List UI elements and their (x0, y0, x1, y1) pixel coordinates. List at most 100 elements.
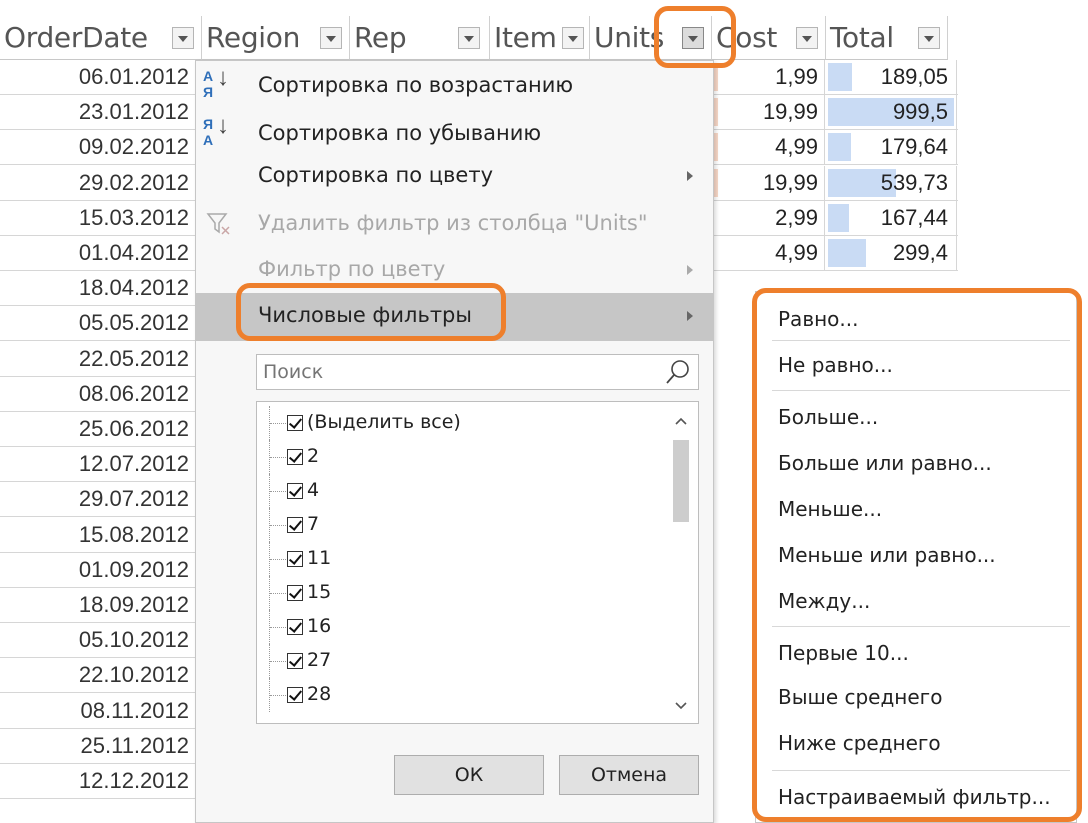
menu-label: Удалить фильтр из столбца "Units" (258, 211, 648, 235)
list-scrollbar[interactable] (664, 402, 698, 723)
table-row[interactable]: 19,99 999,5 (712, 95, 958, 131)
header-units[interactable]: Units (590, 16, 712, 60)
submenu-item[interactable]: Больше или равно... (756, 442, 1076, 486)
separator (772, 626, 1070, 627)
header-orderdate[interactable]: OrderDate (0, 16, 202, 60)
values-list[interactable]: (Выделить все) 2 4 7 11 15 16 27 28 (256, 401, 699, 724)
list-item[interactable]: 16 (257, 610, 657, 644)
search-box[interactable] (256, 354, 699, 390)
submenu-item[interactable]: Меньше... (756, 488, 1076, 532)
scroll-thumb[interactable] (673, 440, 689, 522)
list-item[interactable]: 4 (257, 474, 657, 508)
menu-number-filters[interactable]: Числовые фильтры (196, 293, 713, 341)
table-row[interactable]: 09.02.2012 (0, 130, 195, 166)
cost-cell: 1,99 (712, 60, 825, 94)
table-row[interactable]: 08.11.2012 (0, 694, 195, 729)
table-row[interactable]: 23.01.2012 (0, 95, 195, 131)
checkbox[interactable] (287, 517, 303, 533)
ok-button[interactable]: ОК (394, 755, 544, 795)
submenu-item-label: Меньше или равно... (778, 543, 996, 567)
table-row[interactable]: 06.01.2012 (0, 60, 195, 95)
checkbox[interactable] (287, 449, 303, 465)
checkbox[interactable] (287, 653, 303, 669)
submenu-item[interactable]: Ниже среднего (756, 722, 1076, 766)
total-cell: 299,4 (826, 236, 957, 270)
submenu-item[interactable]: Больше... (756, 396, 1076, 440)
table-row[interactable]: 08.06.2012 (0, 377, 195, 412)
header-region[interactable]: Region (202, 16, 350, 60)
table-row[interactable]: 25.11.2012 (0, 729, 195, 764)
table-row[interactable]: 18.04.2012 (0, 271, 195, 307)
list-item[interactable]: 15 (257, 576, 657, 610)
table-row[interactable]: 29.02.2012 (0, 166, 195, 201)
checkbox[interactable] (287, 619, 303, 635)
list-item[interactable]: (Выделить все) (257, 406, 657, 440)
cost-cell: 19,99 (712, 165, 825, 200)
total-value: 999,5 (892, 99, 948, 125)
submenu-item[interactable]: Выше среднего (756, 676, 1076, 720)
filter-dropdown-rep[interactable] (458, 27, 480, 49)
table-row[interactable]: 25.06.2012 (0, 412, 195, 447)
table-row[interactable]: 18.09.2012 (0, 588, 195, 623)
table-row[interactable]: 29.07.2012 (0, 482, 195, 518)
checkbox[interactable] (287, 585, 303, 601)
checkbox[interactable] (287, 687, 303, 703)
table-row[interactable]: 15.03.2012 (0, 201, 195, 236)
table-row[interactable]: 01.04.2012 (0, 236, 195, 271)
menu-sort-descending[interactable]: Я А ↓ Сортировка по убыванию (196, 111, 713, 159)
header-rep[interactable]: Rep (350, 16, 490, 60)
checkbox[interactable] (287, 415, 303, 431)
submenu-item[interactable]: Не равно... (756, 344, 1076, 388)
table-row[interactable]: 05.10.2012 (0, 623, 195, 659)
table-row[interactable]: 05.05.2012 (0, 306, 195, 342)
menu-label: Фильтр по цвету (258, 257, 446, 281)
table-row[interactable]: 4,99 179,64 (712, 130, 958, 166)
search-input[interactable] (263, 360, 653, 384)
table-row[interactable]: 22.05.2012 (0, 342, 195, 377)
cancel-button[interactable]: Отмена (559, 755, 699, 795)
total-cell: 999,5 (826, 95, 957, 130)
list-item[interactable]: 2 (257, 440, 657, 474)
header-item[interactable]: Item (490, 16, 590, 60)
menu-sort-by-color[interactable]: Сортировка по цвету (196, 153, 713, 201)
table-row[interactable]: 19,99 539,73 (712, 165, 958, 201)
filter-dropdown-orderdate[interactable] (172, 27, 194, 49)
submenu-item[interactable]: Равно... (756, 298, 1076, 342)
table-row[interactable]: 12.07.2012 (0, 447, 195, 483)
list-item[interactable]: 27 (257, 644, 657, 678)
filter-dropdown-region[interactable] (320, 27, 342, 49)
header-total[interactable]: Total (826, 16, 948, 60)
orderdate-cell: 09.02.2012 (78, 134, 189, 160)
table-row[interactable]: 4,99 299,4 (712, 236, 958, 271)
filter-dropdown-units[interactable] (682, 27, 704, 49)
filter-dropdown-cost[interactable] (796, 27, 818, 49)
list-item[interactable]: 11 (257, 542, 657, 576)
cost-cell: 4,99 (712, 130, 825, 165)
table-row[interactable]: 12.12.2012 (0, 764, 195, 799)
list-item[interactable]: 7 (257, 508, 657, 542)
orderdate-cell: 12.07.2012 (78, 451, 189, 477)
checkbox[interactable] (287, 551, 303, 567)
table-row[interactable]: 15.08.2012 (0, 518, 195, 553)
list-item[interactable]: 28 (257, 678, 657, 712)
table-row[interactable]: 01.09.2012 (0, 553, 195, 588)
submenu-item[interactable]: Настраиваемый фильтр... (756, 776, 1076, 820)
scroll-down-icon[interactable] (675, 699, 687, 711)
checkbox[interactable] (287, 483, 303, 499)
scroll-up-icon[interactable] (675, 416, 687, 428)
header-cost[interactable]: Cost (712, 16, 826, 60)
cost-value: 1,99 (775, 64, 818, 89)
submenu-item[interactable]: Между... (756, 580, 1076, 624)
filter-dropdown-total[interactable] (918, 27, 940, 49)
submenu-item[interactable]: Первые 10... (756, 632, 1076, 676)
submenu-item[interactable]: Меньше или равно... (756, 534, 1076, 578)
submenu-item-label: Больше... (778, 405, 879, 429)
table-row[interactable]: 2,99 167,44 (712, 200, 958, 236)
total-data-bar (828, 63, 852, 91)
list-item-label: 16 (307, 615, 332, 637)
menu-sort-ascending[interactable]: А Я ↓ Сортировка по возрастанию (196, 63, 713, 111)
filter-dropdown-item[interactable] (562, 27, 584, 49)
table-row[interactable]: 1,99 189,05 (712, 60, 958, 95)
menu-label: Сортировка по убыванию (258, 121, 542, 145)
table-row[interactable]: 22.10.2012 (0, 658, 195, 694)
